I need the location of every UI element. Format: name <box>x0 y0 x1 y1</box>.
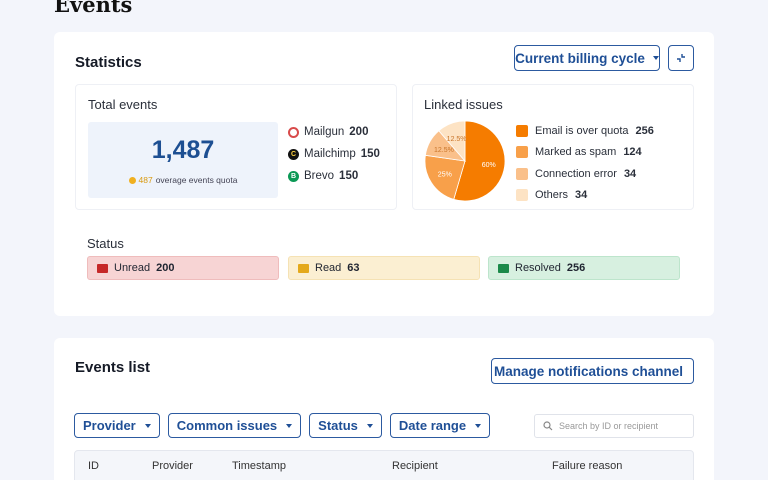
legend-item: Connection error 34 <box>516 163 654 185</box>
brevo-icon: B <box>288 170 299 182</box>
statistics-card: Statistics Current billing cycle Total e… <box>54 32 714 316</box>
statistics-title: Statistics <box>75 54 142 71</box>
filter-label: Date range <box>398 418 467 433</box>
legend-swatch <box>516 124 528 137</box>
overage-value: 487 <box>138 175 153 185</box>
chevron-down-icon <box>286 423 293 428</box>
column-header-id[interactable]: ID <box>88 460 99 472</box>
status-title: Status <box>87 236 124 251</box>
status-label: Resolved <box>515 262 561 274</box>
manage-notifications-button[interactable]: Manage notifications channel <box>491 358 694 384</box>
status-count: 200 <box>156 262 175 274</box>
provider-name: Mailchimp <box>304 148 356 160</box>
legend-item: Marked as spam 124 <box>516 142 654 164</box>
total-events-panel: Total events 1,487 487 overage events qu… <box>75 84 397 210</box>
legend-swatch <box>516 146 528 159</box>
status-count: 63 <box>347 262 360 274</box>
events-table-header: ID Provider Timestamp Recipient Failure … <box>74 450 694 480</box>
legend-label: Connection error <box>535 167 617 180</box>
billing-cycle-label: Current billing cycle <box>515 50 645 66</box>
legend-label: Email is over quota <box>535 124 629 137</box>
column-header-failure-reason[interactable]: Failure reason <box>552 460 622 472</box>
legend-count: 34 <box>623 167 637 180</box>
legend-count: 256 <box>635 124 654 137</box>
mailchimp-icon: C <box>288 148 299 160</box>
provider-count: 150 <box>360 148 380 160</box>
provider-count: 150 <box>339 170 359 182</box>
envelope-icon <box>97 263 108 273</box>
filter-bar: Provider Common issues Status Date range <box>74 413 491 438</box>
provider-name: Mailgun <box>304 126 345 138</box>
legend-item: Others 34 <box>516 185 654 207</box>
status-label: Read <box>315 262 342 274</box>
events-list-card: Events list Manage notifications channel… <box>54 338 714 480</box>
legend-label: Others <box>535 189 569 202</box>
filter-label: Status <box>318 418 358 433</box>
search-box <box>534 414 694 438</box>
legend-item: Email is over quota 256 <box>516 120 654 142</box>
linked-issues-panel: Linked issues 60% 25% 12.5% 12.5% Email is … <box>412 84 694 210</box>
total-events-box: 1,487 487 overage events quota <box>88 122 278 198</box>
legend-label: Marked as spam <box>535 146 617 159</box>
legend-count: 124 <box>623 146 642 159</box>
envelope-open-icon <box>298 263 309 273</box>
filter-label: Common issues <box>176 418 278 433</box>
coin-icon <box>128 176 136 184</box>
provider-item-mailchimp: C Mailchimp 150 <box>288 143 380 165</box>
check-envelope-icon <box>498 263 509 273</box>
provider-list: Mailgun 200 C Mailchimp 150 B Brevo 150 <box>288 121 380 187</box>
column-header-timestamp[interactable]: Timestamp <box>232 460 286 472</box>
linked-issues-legend: Email is over quota 256 Marked as spam 1… <box>516 120 654 206</box>
chevron-down-icon <box>366 423 373 428</box>
overage-label: overage events quota <box>155 175 238 185</box>
legend-count: 34 <box>575 189 588 202</box>
pie-slice-label: 12.5% <box>434 147 454 154</box>
status-count: 256 <box>566 262 586 274</box>
total-events-value: 1,487 <box>151 136 215 164</box>
total-events-title: Total events <box>88 97 158 112</box>
filter-status[interactable]: Status <box>309 413 382 438</box>
overage-info: 487 overage events quota <box>88 175 278 185</box>
provider-item-mailgun: Mailgun 200 <box>288 121 380 143</box>
collapse-button[interactable] <box>668 45 694 71</box>
status-resolved[interactable]: Resolved 256 <box>488 256 680 280</box>
legend-swatch <box>516 189 528 202</box>
search-icon <box>543 421 553 431</box>
provider-name: Brevo <box>304 170 335 182</box>
filter-label: Provider <box>83 418 136 433</box>
legend-swatch <box>516 167 528 180</box>
pie-slice-label: 12.5% <box>447 136 467 143</box>
chevron-down-icon <box>652 56 659 60</box>
column-header-recipient[interactable]: Recipient <box>392 460 438 472</box>
column-header-provider[interactable]: Provider <box>152 460 193 472</box>
mailgun-icon <box>288 126 299 138</box>
pie-slice-label: 60% <box>482 162 496 169</box>
provider-item-brevo: B Brevo 150 <box>288 165 380 187</box>
page-title: Events <box>54 0 133 17</box>
billing-cycle-dropdown[interactable]: Current billing cycle <box>514 45 660 71</box>
chevron-down-icon <box>475 423 482 428</box>
manage-notifications-label: Manage notifications channel <box>493 363 684 379</box>
pie-slice-label: 25% <box>438 171 452 178</box>
filter-provider[interactable]: Provider <box>74 413 160 438</box>
status-read[interactable]: Read 63 <box>288 256 480 280</box>
search-input[interactable] <box>559 421 689 431</box>
filter-date-range[interactable]: Date range <box>389 413 491 438</box>
events-list-title: Events list <box>75 359 151 376</box>
status-label: Unread <box>114 262 151 274</box>
filter-common-issues[interactable]: Common issues <box>167 413 302 438</box>
linked-issues-title: Linked issues <box>424 97 503 112</box>
provider-count: 200 <box>349 126 369 138</box>
collapse-icon <box>677 54 685 62</box>
status-unread[interactable]: Unread 200 <box>87 256 279 280</box>
linked-issues-pie-chart: 60% 25% 12.5% 12.5% <box>424 120 506 202</box>
chevron-down-icon <box>144 423 151 428</box>
